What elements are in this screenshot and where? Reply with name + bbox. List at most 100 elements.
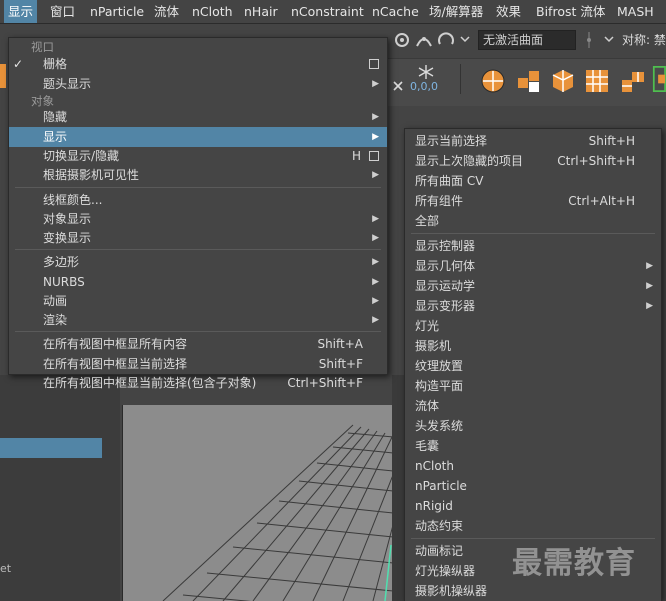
grid-tool-icon[interactable] xyxy=(584,68,610,94)
menu-nhair[interactable]: nHair xyxy=(240,0,282,23)
submenu-arrow-icon: ▶ xyxy=(372,257,379,267)
menu-item-label: 灯光 xyxy=(415,319,440,333)
snap-to-point-icon[interactable] xyxy=(436,30,456,50)
menu-item-toggle-show-hide[interactable]: 切换显示/隐藏 H xyxy=(9,146,387,166)
watermark: 最需教育 xyxy=(512,546,636,581)
submenu-arrow-icon: ▶ xyxy=(646,301,653,311)
submenu-item[interactable]: 流体 xyxy=(405,396,661,416)
menu-bifrost[interactable]: Bifrost 流体 xyxy=(532,0,609,23)
menu-item-label: 动画 xyxy=(43,294,68,308)
submenu-item[interactable]: 显示当前选择 Shift+H xyxy=(405,131,661,151)
submenu-item[interactable]: 所有曲面 CV xyxy=(405,171,661,191)
menu-separator xyxy=(15,331,381,332)
menu-mash[interactable]: MASH xyxy=(613,0,658,23)
menu-item-label: 线框颜色... xyxy=(43,193,103,207)
menu-item-polygon[interactable]: 多边形 ▶ xyxy=(9,252,387,272)
menu-item-by-camera[interactable]: 根据摄影机可见性 ▶ xyxy=(9,165,387,185)
live-surface-field[interactable]: 无激活曲面 xyxy=(478,30,576,50)
menu-ncloth[interactable]: nCloth xyxy=(188,0,237,23)
chevron-down-icon[interactable] xyxy=(604,34,614,44)
submenu-item[interactable]: nParticle xyxy=(405,476,661,496)
menu-item-transform-display[interactable]: 变换显示 ▶ xyxy=(9,228,387,248)
outliner-item-fragment: et xyxy=(0,562,12,575)
submenu-item[interactable]: 纹理放置 xyxy=(405,356,661,376)
viewport[interactable] xyxy=(122,405,392,601)
submenu-item[interactable]: 显示控制器 xyxy=(405,236,661,256)
sphere-tool-icon[interactable] xyxy=(480,68,506,94)
submenu-item[interactable]: 毛囊 xyxy=(405,436,661,456)
submenu-item[interactable]: 构造平面 xyxy=(405,376,661,396)
menu-item-shortcut: H xyxy=(351,149,361,163)
submenu-item[interactable]: nRigid xyxy=(405,496,661,516)
submenu-arrow-icon: ▶ xyxy=(372,214,379,224)
submenu-item[interactable]: 所有组件 Ctrl+Alt+H xyxy=(405,191,661,211)
submenu-item[interactable]: 摄影机操纵器 xyxy=(405,581,661,601)
section-viewport: 视口 xyxy=(31,40,54,54)
submenu-item[interactable]: 显示运动学 ▶ xyxy=(405,276,661,296)
outliner-panel xyxy=(0,375,120,601)
symmetry-label[interactable]: 对称: 禁 xyxy=(622,30,666,50)
menu-item-label: 所有曲面 CV xyxy=(415,174,484,188)
menu-fields-solvers[interactable]: 场/解算器 xyxy=(425,0,487,23)
menu-item-hide[interactable]: 隐藏 ▶ xyxy=(9,107,387,127)
menu-nparticle[interactable]: nParticle xyxy=(86,0,148,23)
menu-item-wireframe-color[interactable]: 线框颜色... xyxy=(9,190,387,210)
close-icon[interactable] xyxy=(392,80,404,92)
menu-item-shortcut: Shift+H xyxy=(588,134,635,148)
menu-item-frame-all[interactable]: 在所有视图中框显所有内容 Shift+A xyxy=(9,334,387,354)
menu-item-show[interactable]: 显示 ▶ xyxy=(9,127,387,147)
cube-tool-icon[interactable] xyxy=(550,68,576,94)
menu-item-label: 显示 xyxy=(43,130,68,144)
menu-item-label: 题头显示 xyxy=(43,77,92,91)
menu-bar: 显示 窗口 nParticle 流体 nCloth nHair nConstra… xyxy=(0,0,666,24)
submenu-item[interactable]: 头发系统 xyxy=(405,416,661,436)
submenu-item[interactable]: 摄影机 xyxy=(405,336,661,356)
menu-item-label: nRigid xyxy=(415,499,453,513)
submenu-arrow-icon: ▶ xyxy=(372,277,379,287)
menu-item-shortcut: Ctrl+Alt+H xyxy=(568,194,635,208)
menu-ncache[interactable]: nCache xyxy=(368,0,423,23)
submenu-item[interactable]: 显示变形器 ▶ xyxy=(405,296,661,316)
shelf-item-partial-icon[interactable] xyxy=(652,66,666,92)
menu-fluid[interactable]: 流体 xyxy=(150,0,183,23)
menu-item-shortcut: Ctrl+Shift+H xyxy=(557,154,635,168)
menu-item-label: 显示运动学 xyxy=(415,279,476,293)
menu-display[interactable]: 显示 xyxy=(4,0,38,23)
menu-item-nurbs[interactable]: NURBS ▶ xyxy=(9,272,387,292)
section-object: 对象 xyxy=(31,94,54,108)
submenu-item[interactable]: nCloth xyxy=(405,456,661,476)
cluster-tool-icon[interactable] xyxy=(620,68,646,94)
menu-item-label: NURBS xyxy=(43,275,85,289)
menu-item-hud[interactable]: 题头显示 ▶ xyxy=(9,74,387,94)
menu-effects[interactable]: 效果 xyxy=(492,0,525,23)
submenu-item[interactable]: 动态约束 xyxy=(405,516,661,536)
menu-item-object-display[interactable]: 对象显示 ▶ xyxy=(9,209,387,229)
menu-item-frame-selection[interactable]: 在所有视图中框显当前选择 Shift+F xyxy=(9,354,387,374)
shelf-divider xyxy=(460,64,461,94)
snap-to-grid-icon[interactable] xyxy=(392,30,412,50)
display-menu: 视口 ✓ 栅格 题头显示 ▶ 对象 隐藏 ▶ 显示 ▶ 切换显示/隐藏 H 根据… xyxy=(8,37,388,390)
menu-item-label: 隐藏 xyxy=(43,110,68,124)
outliner-selected-row[interactable] xyxy=(0,438,102,458)
menu-item-animation[interactable]: 动画 ▶ xyxy=(9,291,387,311)
submenu-item[interactable]: 全部 xyxy=(405,211,661,231)
menu-item-frame-selection-children[interactable]: 在所有视图中框显当前选择(包含子对象) Ctrl+Shift+F xyxy=(9,373,387,393)
chevron-down-icon[interactable] xyxy=(460,34,470,44)
snap-to-curve-icon[interactable] xyxy=(414,30,434,50)
submenu-item[interactable]: 显示上次隐藏的项目 Ctrl+Shift+H xyxy=(405,151,661,171)
menu-item-label: 流体 xyxy=(415,399,440,413)
menu-separator xyxy=(411,233,655,234)
snowflake-icon[interactable] xyxy=(414,64,438,80)
submenu-arrow-icon: ▶ xyxy=(372,132,379,142)
menu-item-label: 显示几何体 xyxy=(415,259,476,273)
option-box-icon[interactable] xyxy=(369,59,379,69)
menu-item-label: 栅格 xyxy=(43,57,68,71)
menu-nconstraint[interactable]: nConstraint xyxy=(287,0,368,23)
group-tool-icon[interactable] xyxy=(516,68,542,94)
submenu-item[interactable]: 显示几何体 ▶ xyxy=(405,256,661,276)
option-box-icon[interactable] xyxy=(369,151,379,161)
submenu-item[interactable]: 灯光 xyxy=(405,316,661,336)
menu-item-render[interactable]: 渲染 ▶ xyxy=(9,310,387,330)
menu-item-grid[interactable]: ✓ 栅格 xyxy=(9,54,387,74)
menu-window[interactable]: 窗口 xyxy=(46,0,79,23)
